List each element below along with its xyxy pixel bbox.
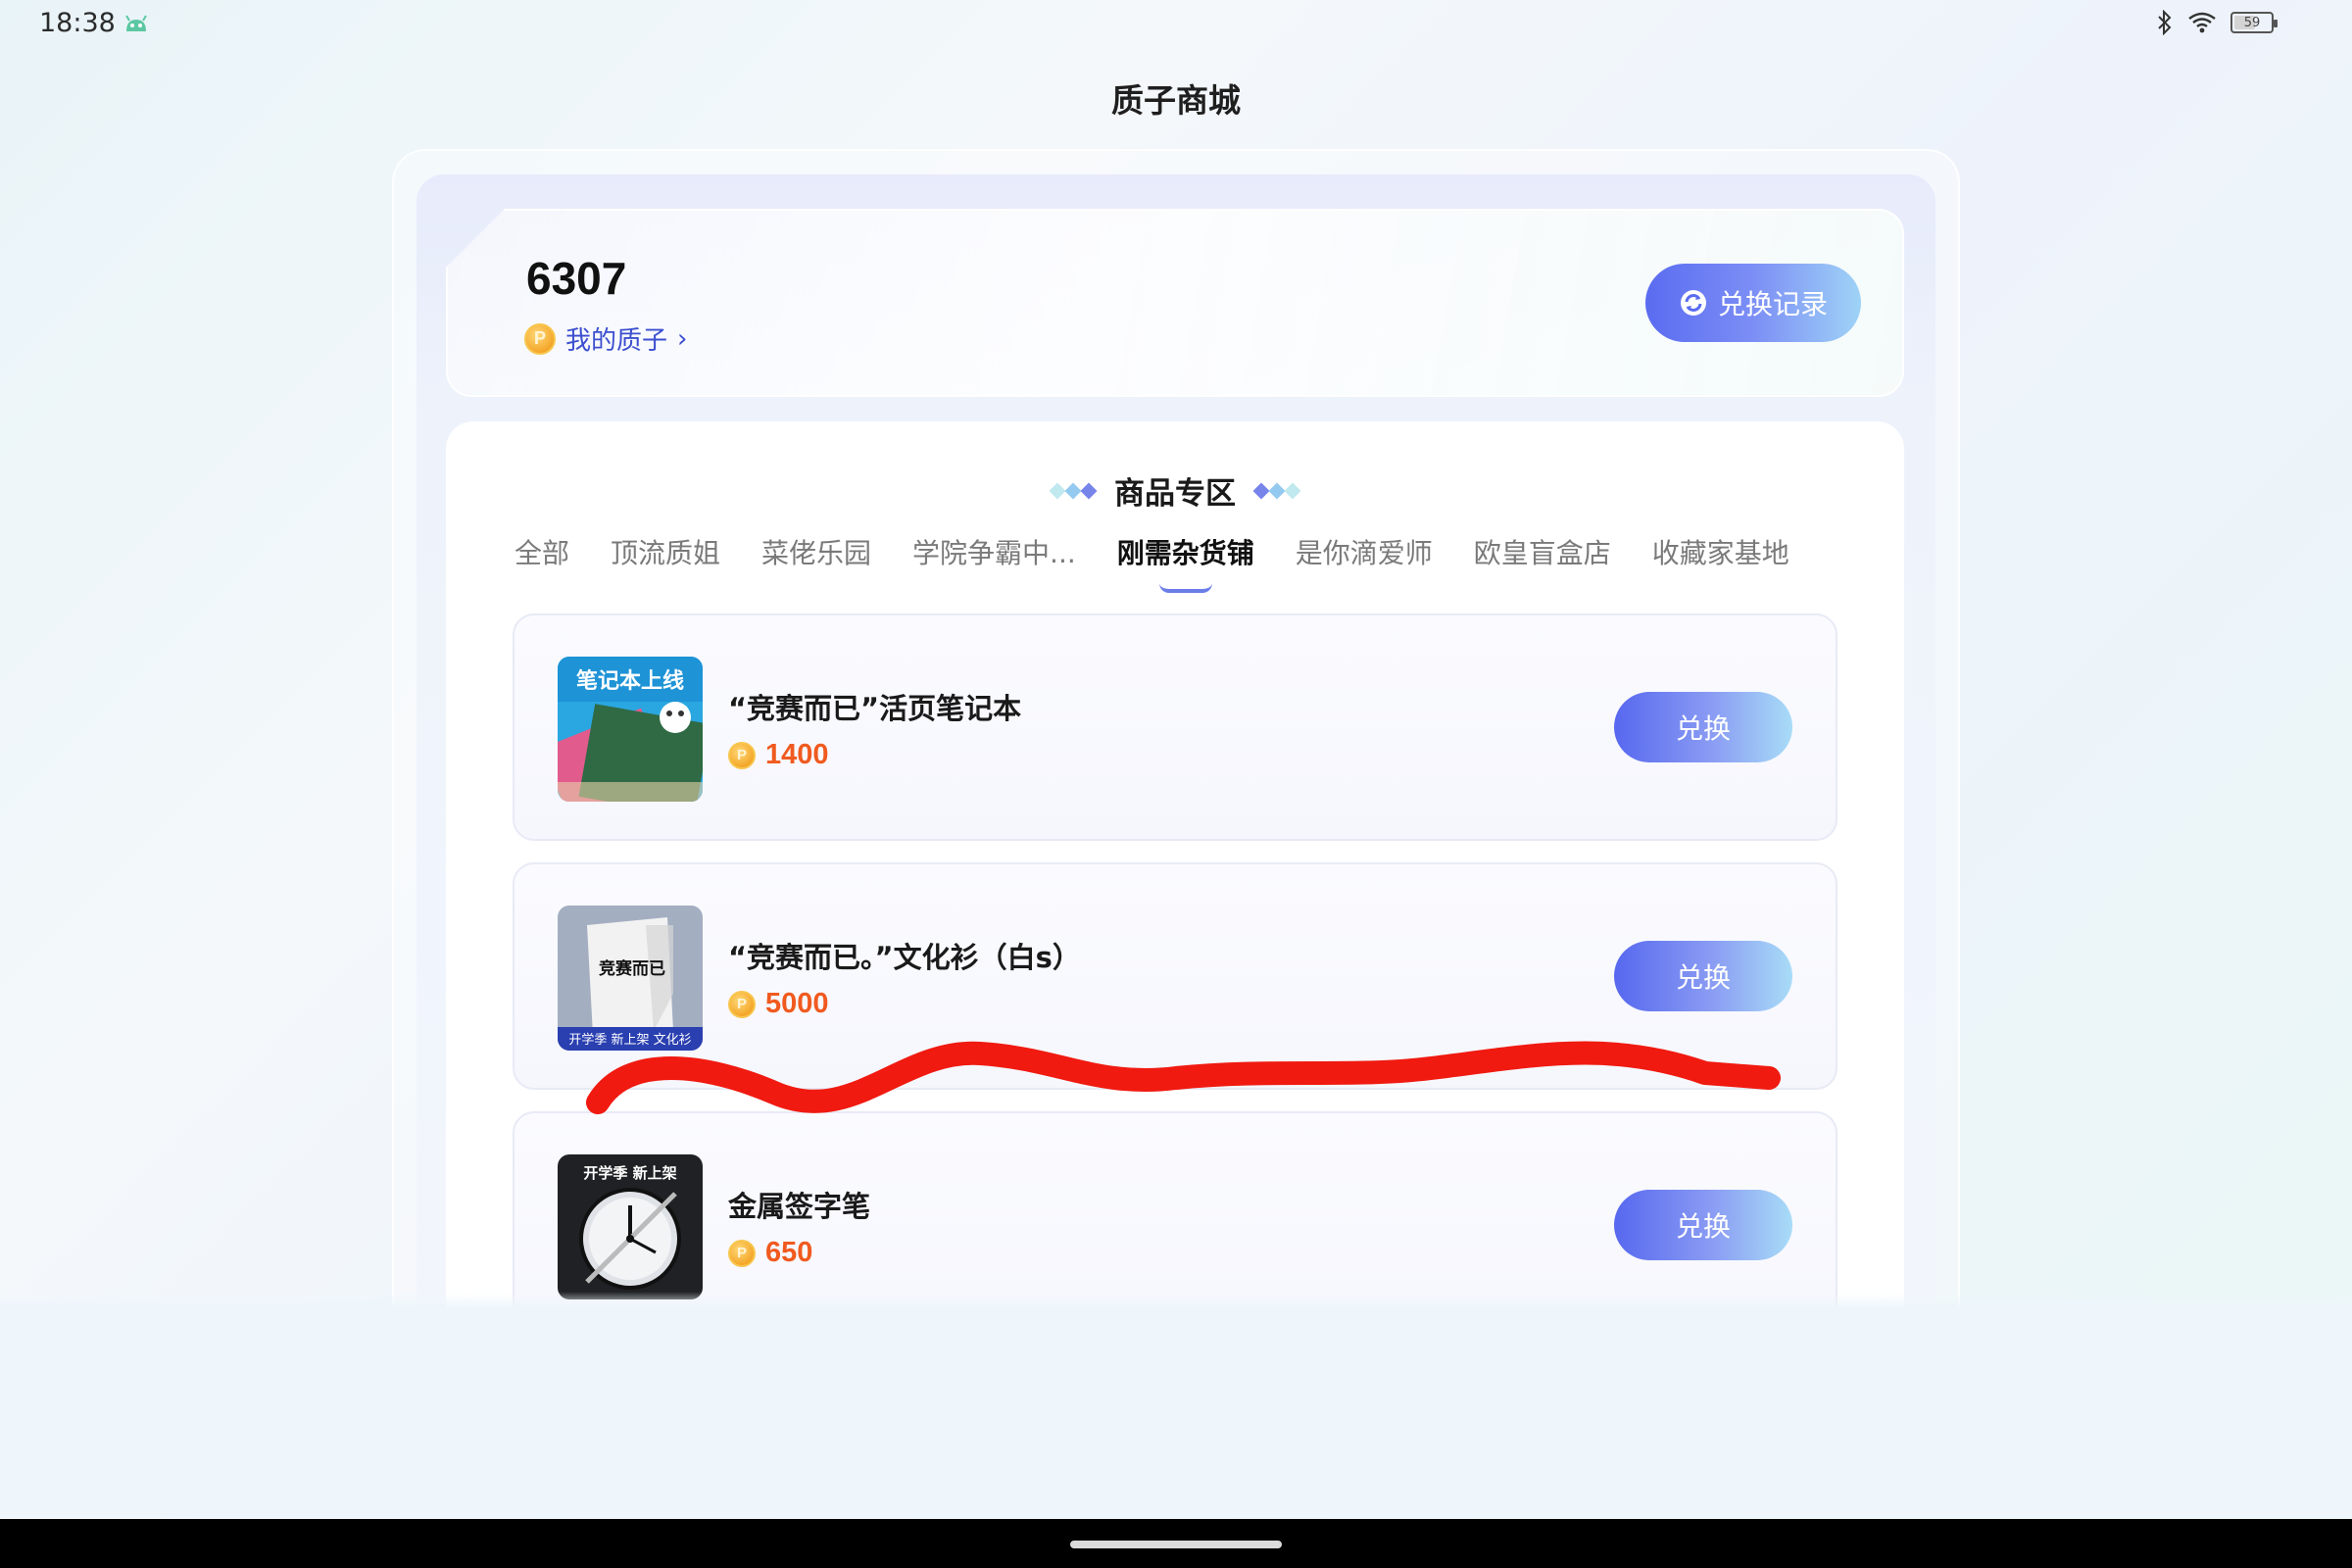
tab-collector[interactable]: 收藏家基地 [1652,532,1789,571]
product-name: “竞赛而已。”文化衫（白s） [728,941,1081,974]
product-name: 金属签字笔 [728,1190,871,1223]
bluetooth-icon [2158,10,2172,35]
product-name: 竞赛党专属文件夹（5个） [728,1439,1061,1468]
tab-blind-box[interactable]: 欧皇盲盒店 [1474,532,1611,571]
exchange-button[interactable]: 兑换 [1614,1190,1792,1260]
battery-level: 59 [2243,15,2261,30]
system-nav-bar [0,1519,2352,1568]
section-header: 商品专区 [446,468,1904,513]
coin-icon: P [524,322,556,355]
product-thumbnail: 竞赛而已 开学季 新上架 文化衫 [558,906,703,1051]
product-card[interactable]: 开学季 新上架 金属签字笔 P 650 兑换 [513,1111,1838,1339]
tab-newbie-park[interactable]: 菜佬乐园 [761,532,871,571]
mall-container: 6307 P 我的质子 › 兑换记录 商品专区 全部 顶流质姐 菜佬乐园 学院争… [416,174,1936,1468]
thumb-caption: 开学季 新上架 文化衫 [568,1032,691,1048]
product-price: P 650 [728,1237,812,1269]
product-price-value: 5000 [765,988,829,1019]
thumb-caption: 质子商城 [607,1406,654,1421]
tab-essentials-label: 刚需杂货铺 [1116,537,1254,569]
thumb-caption: 开学季 新上架 [583,1164,676,1182]
section-title: 商品专区 [1114,476,1236,512]
decor-diamonds-right [1252,482,1301,499]
tab-top-sister[interactable]: 顶流质姐 [611,532,720,571]
status-bar: 18:38 59 [0,0,2352,49]
category-tabs: 全部 顶流质姐 菜佬乐园 学院争霸中... 刚需杂货铺 是你滴爱师 欧皇盲盒店 … [514,532,1789,593]
active-tab-indicator [1158,583,1212,593]
tab-all[interactable]: 全部 [514,532,569,571]
product-name: “竞赛而已”活页笔记本 [728,692,1022,725]
coin-icon: P [728,741,756,769]
exchange-button[interactable]: 兑换 [1614,1439,1792,1468]
android-head-icon [125,15,147,31]
tab-essentials[interactable]: 刚需杂货铺 [1116,532,1254,593]
balance-value: 6307 [526,253,627,304]
product-thumbnail: 开学季 新上架 [558,1154,703,1299]
refresh-icon [1680,290,1706,316]
product-card[interactable]: 竞赛而已 开学季 新上架 文化衫 “竞赛而已。”文化衫（白s） P 5000 兑… [513,862,1838,1090]
my-quanta-label: 我的质子 [565,326,668,356]
product-card[interactable]: 质子商城 竞赛党专属文件夹（5个） 兑换 [513,1360,1838,1468]
coin-icon: P [728,1239,756,1267]
wifi-icon [2188,12,2216,33]
goods-panel: 商品专区 全部 顶流质姐 菜佬乐园 学院争霸中... 刚需杂货铺 是你滴爱师 欧… [446,421,1904,1468]
exchange-button[interactable]: 兑换 [1614,941,1792,1011]
thumb-title: 竞赛而已 [599,958,665,979]
exchange-record-label: 兑换记录 [1717,288,1828,320]
product-price-value: 1400 [765,739,829,770]
product-price-value: 650 [765,1237,813,1268]
page-title: 质子商城 [1111,81,1241,120]
home-gesture-handle[interactable] [1070,1541,1282,1548]
battery-icon: 59 [2230,12,2278,33]
tab-college-battle[interactable]: 学院争霸中... [912,532,1076,571]
tab-teacher[interactable]: 是你滴爱师 [1296,532,1433,571]
coin-icon: P [728,990,756,1018]
product-price: P 1400 [728,739,829,771]
product-thumbnail: 笔记本上线 [558,657,703,802]
decor-diamonds-left [1049,482,1098,499]
chevron-right-icon: › [677,323,688,354]
product-card[interactable]: 笔记本上线 “竞赛而已”活页笔记本 P 1400 兑换 [513,613,1838,841]
exchange-record-button[interactable]: 兑换记录 [1645,264,1861,342]
product-thumbnail: 质子商城 [558,1403,703,1468]
status-time: 18:38 [39,8,116,38]
my-quanta-link[interactable]: P 我的质子 › [524,320,687,357]
exchange-button[interactable]: 兑换 [1614,692,1792,762]
status-icons: 59 [2156,10,2278,35]
product-price: P 5000 [728,988,829,1020]
thumb-caption: 笔记本上线 [576,668,684,694]
balance-card: 6307 P 我的质子 › 兑换记录 [446,209,1904,397]
